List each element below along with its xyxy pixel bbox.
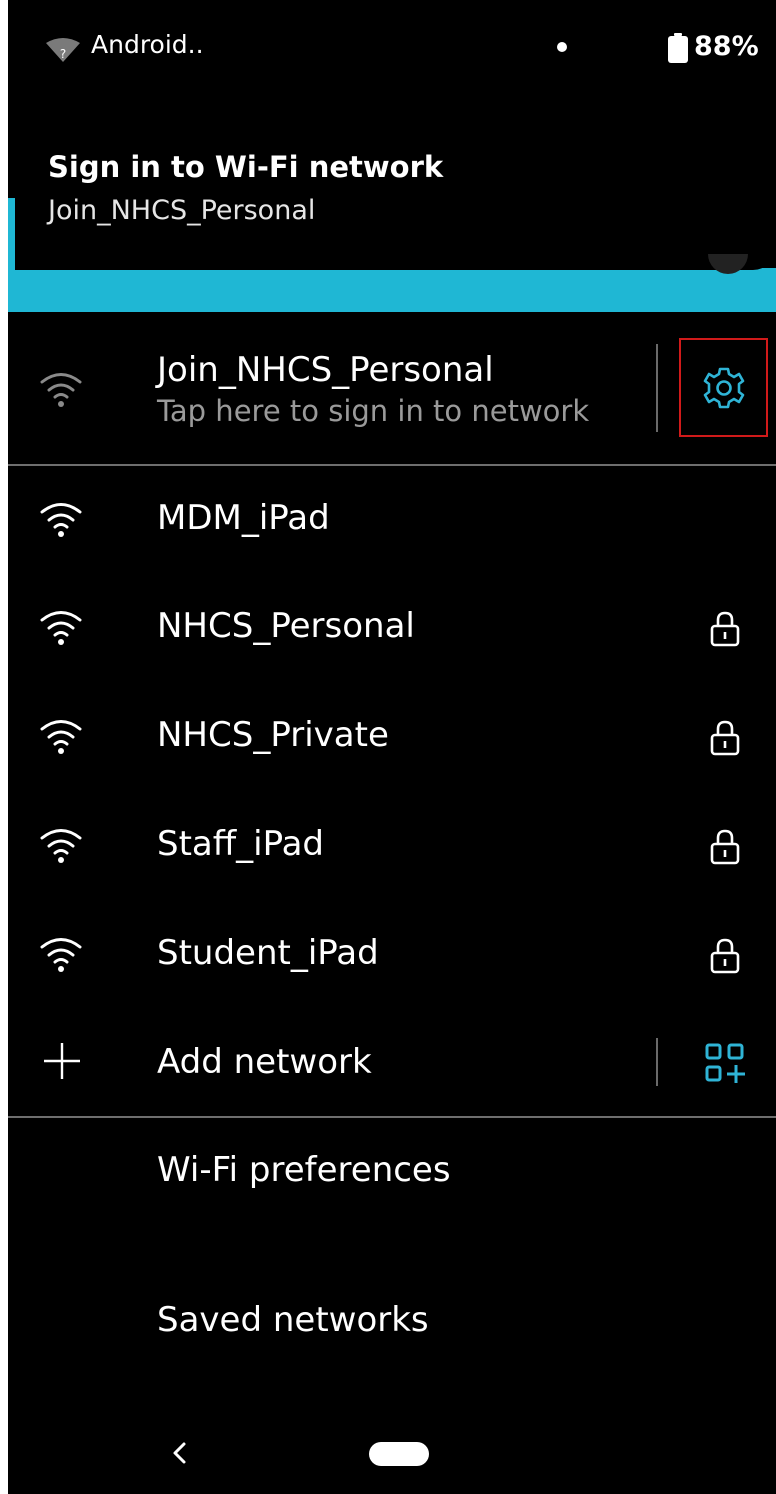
wifi-settings-screen: ? Android.. 88% Sign in to Wi-Fi network… [8,0,776,1494]
wifi-preferences-item[interactable]: Wi-Fi preferences [8,1118,776,1268]
network-name: MDM_iPad [157,498,330,538]
network-row[interactable]: Student_iPad [8,901,776,1010]
network-name: Staff_iPad [157,824,325,864]
lock-icon [710,720,740,756]
connected-network-status: Tap here to sign in to network [157,394,590,428]
notification-network: Join_NHCS_Personal [48,195,316,226]
wifi-signal-icon [40,611,82,645]
wifi-question-icon: ? [46,38,80,62]
network-name: NHCS_Personal [157,606,415,646]
saved-networks-label: Saved networks [157,1300,429,1340]
notification-accent-edge [8,198,15,276]
network-settings-button[interactable] [679,338,768,437]
network-row[interactable]: MDM_iPad [8,466,776,574]
battery-icon [668,33,688,63]
connected-network-name: Join_NHCS_Personal [157,350,494,390]
back-chevron-icon[interactable] [170,1438,188,1468]
lock-icon [710,938,740,974]
wifi-signal-icon [40,720,82,754]
carrier-name: Android.. [91,30,204,59]
add-network-label: Add network [157,1042,372,1082]
network-row[interactable]: NHCS_Private [8,683,776,792]
qr-scan-icon[interactable] [705,1043,745,1083]
network-row[interactable]: Staff_iPad [8,792,776,901]
gear-icon [703,367,745,409]
connected-network-row[interactable]: Join_NHCS_Personal Tap here to sign in t… [8,314,776,464]
notification-accent-bar [8,268,776,312]
network-name: NHCS_Private [157,715,389,755]
notification-dot [557,42,567,52]
wifi-signal-icon [40,503,82,537]
add-network-row[interactable]: Add network [8,1010,776,1116]
notification-title: Sign in to Wi-Fi network [48,150,444,184]
network-row[interactable]: NHCS_Personal [8,574,776,683]
vertical-divider [656,344,658,432]
svg-text:?: ? [60,47,66,61]
lock-icon [710,829,740,865]
home-pill-icon[interactable] [369,1442,429,1466]
lock-icon [710,611,740,647]
wifi-signal-icon [40,373,82,407]
wifi-signal-icon [40,938,82,972]
status-bar: ? Android.. 88% [8,0,776,100]
saved-networks-item[interactable]: Saved networks [8,1268,776,1418]
wifi-signal-icon [40,829,82,863]
vertical-divider [656,1038,658,1086]
wifi-preferences-label: Wi-Fi preferences [157,1150,451,1190]
battery-percent: 88% [694,31,759,62]
plus-icon [44,1043,80,1079]
network-name: Student_iPad [157,933,379,973]
